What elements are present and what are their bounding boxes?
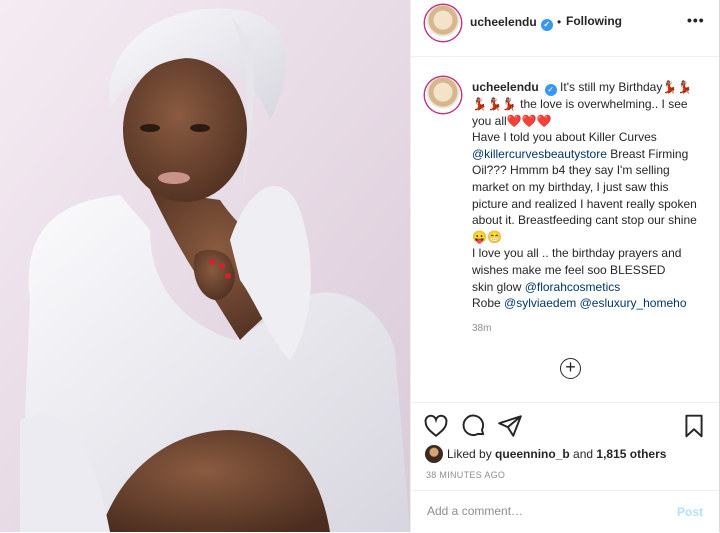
post-dialog: ucheelendu ✓ • Following ••• ucheelendu ✓ … xyxy=(0,0,720,532)
load-more-comments-button[interactable]: + xyxy=(560,358,581,379)
mention-link[interactable]: @esluxury_homeho xyxy=(580,296,687,310)
header-username[interactable]: ucheelendu ✓ xyxy=(470,15,553,31)
liker-avatar[interactable] xyxy=(425,445,443,463)
likes-prefix: Liked by xyxy=(447,447,496,461)
follow-separator: • xyxy=(557,15,562,29)
post-comment-button[interactable]: Post xyxy=(677,505,703,519)
mention-link[interactable]: @florahcosmetics xyxy=(525,280,621,294)
mention-link[interactable]: @sylviaedem xyxy=(504,296,576,310)
caption: ucheelendu ✓ It's still my Birthday💃🏽💃🏽💃🏽… xyxy=(472,79,707,312)
header-username-text[interactable]: ucheelendu xyxy=(470,15,537,29)
more-options-icon[interactable]: ••• xyxy=(687,12,705,28)
post-photo[interactable] xyxy=(0,0,410,532)
caption-text-5: skin glow xyxy=(472,279,525,294)
caption-time[interactable]: 38m xyxy=(472,323,491,334)
likes-middle: and xyxy=(569,447,597,461)
mention-link[interactable]: @killercurvesbeautystore xyxy=(472,147,607,161)
post-photo-illustration xyxy=(0,0,410,532)
likes-others[interactable]: 1,815 others xyxy=(596,447,666,461)
following-button[interactable]: Following xyxy=(566,14,622,28)
bookmark-icon[interactable] xyxy=(681,413,707,439)
share-icon[interactable] xyxy=(497,413,523,439)
comment-input[interactable] xyxy=(425,503,659,519)
caption-text-4: I love you all .. the birthday prayers a… xyxy=(472,246,682,277)
caption-avatar[interactable] xyxy=(425,77,461,113)
avatar[interactable] xyxy=(425,5,461,41)
caption-username[interactable]: ucheelendu xyxy=(472,80,539,94)
likes-summary: Liked by queennino_b and 1,815 others xyxy=(425,445,666,463)
add-comment-bar: Post xyxy=(411,490,719,533)
post-header: ucheelendu ✓ • Following ••• xyxy=(411,0,719,57)
add-circle-icon: + xyxy=(565,357,576,377)
liker-username[interactable]: queennino_b xyxy=(495,447,570,461)
post-timestamp[interactable]: 38 MINUTES AGO xyxy=(426,470,505,480)
heart-icon[interactable] xyxy=(423,413,449,439)
post-actions: Liked by queennino_b and 1,815 others 38… xyxy=(411,402,719,491)
comments-area: ucheelendu ✓ It's still my Birthday💃🏽💃🏽💃🏽… xyxy=(411,57,719,402)
caption-text-2: Have I told you about Killer Curves xyxy=(472,130,657,145)
comment-icon[interactable] xyxy=(461,413,487,439)
verified-badge-icon: ✓ xyxy=(544,84,557,96)
caption-text-6: Robe xyxy=(472,296,505,311)
post-side-panel: ucheelendu ✓ • Following ••• ucheelendu ✓ … xyxy=(410,0,720,532)
verified-badge-icon: ✓ xyxy=(540,19,553,31)
caption-text-3: Breast Firming Oil??? Hmmm b4 they say I… xyxy=(472,146,697,244)
